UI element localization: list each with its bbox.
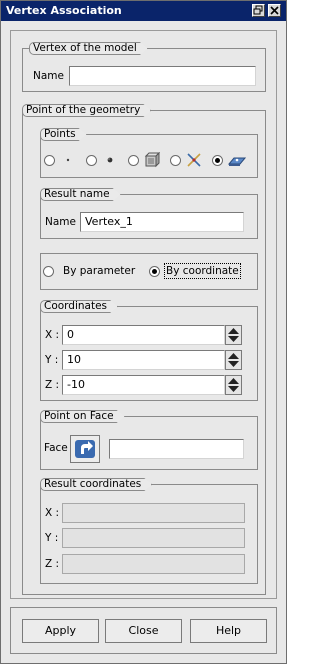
window-title: Vertex Association — [6, 4, 122, 17]
coord-z-label: Z : — [45, 379, 60, 391]
help-button[interactable]: Help — [190, 619, 267, 643]
coord-z-input[interactable]: -10 — [62, 375, 225, 395]
point-on-face-group: Point on Face Face — [40, 416, 258, 470]
face-input[interactable] — [109, 439, 244, 459]
vertex-name-input[interactable] — [69, 66, 256, 86]
select-arrow-icon — [75, 440, 95, 458]
by-coordinate-radio[interactable] — [149, 266, 160, 277]
close-button[interactable]: Close — [105, 619, 182, 643]
restore-icon[interactable] — [252, 4, 265, 17]
mode-group: By parameter By coordinate — [40, 253, 258, 290]
vertex-of-model-title: Vertex of the model — [29, 42, 148, 55]
result-name-label: Name — [45, 216, 76, 228]
apply-button[interactable]: Apply — [22, 619, 99, 643]
coord-x-input[interactable]: 0 — [62, 325, 225, 345]
result-name-group: Result name Name Vertex_1 — [40, 194, 258, 239]
coord-z-spinner[interactable] — [225, 375, 242, 395]
point-of-geometry-title: Point of the geometry — [22, 104, 151, 117]
result-y-field — [62, 528, 245, 548]
coord-y-spinner[interactable] — [225, 350, 242, 370]
result-x-field — [62, 503, 245, 523]
vertex-of-model-group: Vertex of the model Name — [22, 48, 266, 92]
face-label: Face — [44, 442, 68, 454]
result-z-field — [62, 554, 245, 574]
button-bar: Apply Close Help — [10, 607, 277, 654]
result-name-title: Result name — [40, 188, 121, 201]
coordinates-title: Coordinates — [40, 300, 118, 313]
point-option-1-radio[interactable] — [44, 155, 55, 166]
point-of-geometry-group: Point of the geometry Points Result name… — [22, 110, 266, 595]
line-intersection-icon — [186, 152, 202, 171]
coord-y-input[interactable]: 10 — [62, 350, 225, 370]
face-select-button[interactable] — [70, 435, 100, 463]
point-option-3-radio[interactable] — [128, 155, 139, 166]
cube-vertex-icon — [144, 151, 161, 171]
vertex-name-label: Name — [33, 70, 64, 82]
result-x-label: X : — [45, 507, 60, 519]
coord-x-spinner[interactable] — [225, 325, 242, 345]
point-small-icon — [63, 155, 73, 168]
coord-x-label: X : — [45, 329, 60, 341]
by-parameter-radio[interactable] — [43, 266, 54, 277]
point-option-5-radio[interactable] — [212, 155, 223, 166]
surface-point-icon — [227, 152, 247, 171]
point-option-4-radio[interactable] — [170, 155, 181, 166]
by-parameter-label[interactable]: By parameter — [63, 265, 135, 277]
by-coordinate-label[interactable]: By coordinate — [164, 263, 241, 279]
coord-y-label: Y : — [45, 354, 59, 366]
result-coordinates-group: Result coordinates X : Y : Z : — [40, 484, 258, 584]
title-bar[interactable]: Vertex Association — [1, 1, 286, 21]
close-icon[interactable] — [268, 4, 281, 17]
coordinates-group: Coordinates X : 0 Y : 10 Z : -10 — [40, 306, 258, 401]
result-coordinates-title: Result coordinates — [40, 478, 152, 491]
result-y-label: Y : — [45, 532, 59, 544]
point-dot-icon — [104, 154, 116, 169]
points-group: Points — [40, 134, 258, 178]
point-on-face-title: Point on Face — [40, 410, 125, 423]
result-z-label: Z : — [45, 558, 60, 570]
points-title: Points — [40, 128, 87, 141]
main-frame: Vertex of the model Name Point of the ge… — [10, 30, 277, 599]
point-option-2-radio[interactable] — [86, 155, 97, 166]
result-name-input[interactable]: Vertex_1 — [80, 212, 244, 232]
dialog-window: Vertex Association Vertex of the model N… — [0, 0, 287, 664]
